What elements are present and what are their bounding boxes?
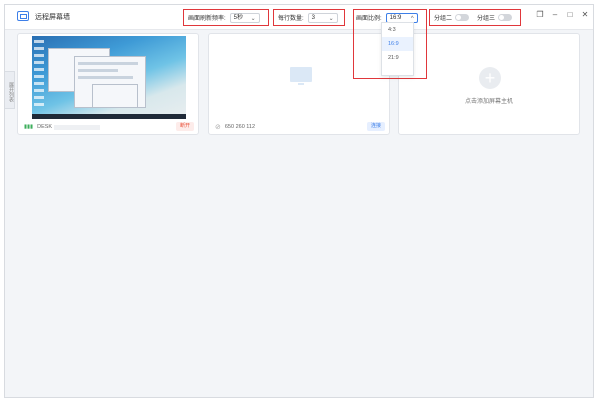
monitor-icon [290, 67, 312, 85]
device-id: 650 260 112 [224, 124, 256, 130]
maximize-icon[interactable]: □ [565, 10, 575, 20]
app-window: 远程屏幕墙 画面刷新频率: 5秒 ⌄ 每行数量: 3 ⌄ 画面比例: 16:9 … [4, 4, 594, 398]
chevron-down-icon: ⌄ [250, 15, 256, 22]
ratio-value: 16:9 [389, 14, 402, 21]
minimize-icon[interactable]: – [550, 10, 560, 20]
chevron-down-icon: ⌄ [328, 15, 334, 22]
connect-button[interactable]: 连接 [366, 122, 385, 131]
monitor-wall-icon [17, 11, 29, 21]
per-row-value: 3 [311, 14, 316, 21]
per-row-control: 每行数量: 3 ⌄ [273, 9, 345, 26]
refresh-rate-value: 5秒 [233, 14, 244, 21]
card-footer: ⊘ 650 260 112 连接 [209, 120, 389, 134]
title-bar: 远程屏幕墙 画面刷新频率: 5秒 ⌄ 每行数量: 3 ⌄ 画面比例: 16:9 … [5, 5, 593, 30]
device-name-mask [54, 124, 101, 130]
app-title: 远程屏幕墙 [35, 14, 70, 21]
add-screen-card[interactable]: + 点击添加屏幕主机 [398, 33, 580, 135]
card-footer: ▮▮▮ DESK 断开 [18, 120, 198, 134]
split3-label: 分组三 [477, 16, 496, 22]
signal-icon: ▮▮▮ [24, 124, 34, 130]
restore-icon[interactable]: ❐ [535, 10, 545, 20]
split3-toggle-item: 分组三 [477, 13, 513, 22]
refresh-rate-label: 画面刷新频率: [188, 16, 226, 22]
device-name: DESK [37, 124, 53, 130]
plus-icon: + [479, 67, 501, 89]
split2-toggle-item: 分组二 [434, 13, 470, 22]
ratio-dropdown: 4:3 16:9 21:9 [381, 22, 414, 76]
refresh-rate-select[interactable]: 5秒 ⌄ [229, 12, 260, 23]
expand-list-tab[interactable]: 展开列表 [5, 71, 15, 109]
split2-switch[interactable] [455, 14, 470, 21]
split3-switch[interactable] [498, 14, 513, 21]
disconnect-button[interactable]: 断开 [175, 122, 194, 131]
screen-thumbnail [32, 36, 186, 119]
screen-card-650260112[interactable]: ⊘ 650 260 112 连接 [208, 33, 390, 135]
add-screen-text: 点击添加屏幕主机 [464, 99, 513, 105]
screen-card-desk[interactable]: ▮▮▮ DESK 断开 [17, 33, 199, 135]
split2-label: 分组二 [434, 16, 453, 22]
refresh-rate-control: 画面刷新频率: 5秒 ⌄ [183, 9, 269, 26]
per-row-select[interactable]: 3 ⌄ [307, 12, 338, 23]
ratio-select[interactable]: 16:9 ^ [385, 12, 418, 23]
group-toggles: 分组二 分组三 [429, 9, 521, 26]
link-icon: ⊘ [215, 124, 221, 131]
ratio-option-4-3[interactable]: 4:3 [382, 23, 413, 37]
ratio-option-21-9[interactable]: 21:9 [382, 51, 413, 65]
ratio-option-16-9[interactable]: 16:9 [382, 37, 413, 51]
per-row-label: 每行数量: [278, 16, 304, 22]
close-icon[interactable]: ✕ [580, 10, 590, 20]
ratio-label: 画面比例: [356, 16, 382, 22]
